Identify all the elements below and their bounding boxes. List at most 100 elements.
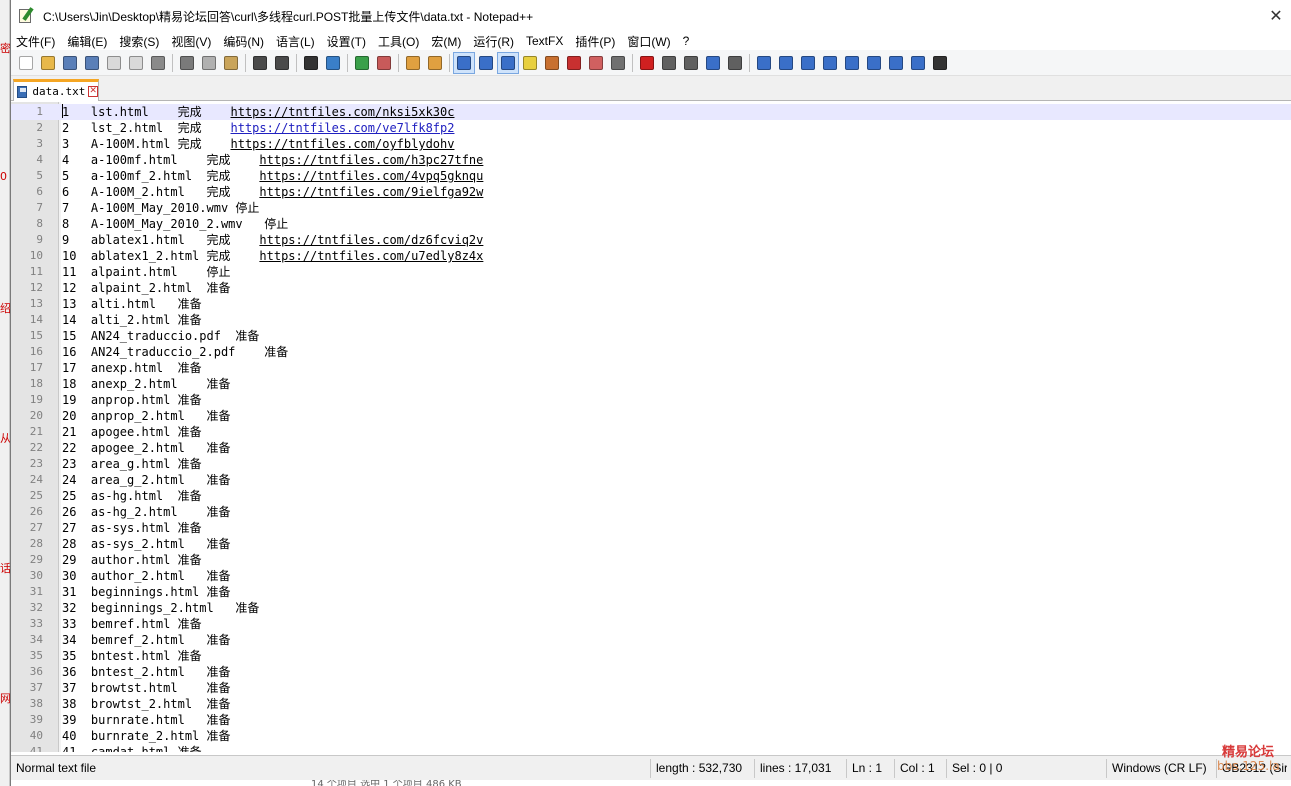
status-eol[interactable]: Windows (CR LF) bbox=[1107, 758, 1217, 778]
menu-item-4[interactable]: 编码(N) bbox=[218, 33, 271, 50]
editor-line[interactable]: 33 33 bemref.html 准备 bbox=[11, 616, 1291, 632]
url-link[interactable]: https://tntfiles.com/9ielfga92w bbox=[259, 185, 483, 199]
editor-line[interactable]: 16 16 AN24_traduccio_2.pdf 准备 bbox=[11, 344, 1291, 360]
textfx-compare-button[interactable] bbox=[797, 52, 819, 74]
arrow-up-button[interactable] bbox=[841, 52, 863, 74]
url-link[interactable]: https://tntfiles.com/u7edly8z4x bbox=[259, 249, 483, 263]
editor-line[interactable]: 32 32 beginnings_2.html 准备 bbox=[11, 600, 1291, 616]
text-editor[interactable]: 1 1 lst.html 完成 https://tntfiles.com/nksi… bbox=[11, 102, 1291, 752]
textfx-insert-button[interactable] bbox=[753, 52, 775, 74]
editor-line[interactable]: 36 36 bntest_2.html 准备 bbox=[11, 664, 1291, 680]
url-link[interactable]: https://tntfiles.com/oyfblydohv bbox=[231, 137, 455, 151]
tab-close-button[interactable]: ✕ bbox=[88, 86, 98, 97]
editor-line[interactable]: 8 8 A-100M_May_2010_2.wmv 停止 bbox=[11, 216, 1291, 232]
play-macro-button[interactable] bbox=[680, 52, 702, 74]
textfx-table-button[interactable] bbox=[775, 52, 797, 74]
zoom-out-button[interactable] bbox=[373, 52, 395, 74]
editor-line[interactable]: 29 29 author.html 准备 bbox=[11, 552, 1291, 568]
arrow-down-button[interactable] bbox=[863, 52, 885, 74]
menu-item-10[interactable]: TextFX bbox=[521, 34, 570, 48]
editor-line[interactable]: 20 20 anprop_2.html 准备 bbox=[11, 408, 1291, 424]
word-wrap-button[interactable] bbox=[453, 51, 475, 74]
editor-line[interactable]: 19 19 anprop.html 准备 bbox=[11, 392, 1291, 408]
editor-line[interactable]: 4 4 a-100mf.html 完成 https://tntfiles.com/… bbox=[11, 152, 1291, 168]
menu-item-5[interactable]: 语言(L) bbox=[271, 33, 322, 50]
run-macro-multiple-button[interactable] bbox=[702, 52, 724, 74]
editor-line[interactable]: 6 6 A-100M_2.html 完成 https://tntfiles.com… bbox=[11, 184, 1291, 200]
editor-line[interactable]: 18 18 anexp_2.html 准备 bbox=[11, 376, 1291, 392]
menu-item-13[interactable]: ? bbox=[678, 34, 697, 48]
editor-line[interactable]: 5 5 a-100mf_2.html 完成 https://tntfiles.co… bbox=[11, 168, 1291, 184]
print-button[interactable] bbox=[147, 52, 169, 74]
replace-button[interactable] bbox=[322, 52, 344, 74]
paste-button[interactable] bbox=[220, 52, 242, 74]
url-link[interactable]: https://tntfiles.com/ve7lfk8fp2 bbox=[231, 121, 455, 135]
editor-line[interactable]: 31 31 beginnings.html 准备 bbox=[11, 584, 1291, 600]
menu-item-8[interactable]: 宏(M) bbox=[426, 33, 468, 50]
editor-line[interactable]: 24 24 area_g_2.html 准备 bbox=[11, 472, 1291, 488]
menu-item-11[interactable]: 插件(P) bbox=[570, 33, 622, 50]
editor-line[interactable]: 30 30 author_2.html 准备 bbox=[11, 568, 1291, 584]
show-all-chars-button[interactable] bbox=[475, 52, 497, 74]
user-lang-button[interactable] bbox=[519, 52, 541, 74]
menu-item-1[interactable]: 编辑(E) bbox=[62, 33, 114, 50]
editor-line[interactable]: 13 13 alti.html 准备 bbox=[11, 296, 1291, 312]
zoom-in-button[interactable] bbox=[351, 52, 373, 74]
editor-line[interactable]: 9 9 ablatex1.html 完成 https://tntfiles.com… bbox=[11, 232, 1291, 248]
save-all-button[interactable] bbox=[81, 52, 103, 74]
editor-line[interactable]: 2 2 lst_2.html 完成 https://tntfiles.com/ve… bbox=[11, 120, 1291, 136]
editor-line[interactable]: 35 35 bntest.html 准备 bbox=[11, 648, 1291, 664]
cut-button[interactable] bbox=[176, 52, 198, 74]
undo-button[interactable] bbox=[249, 52, 271, 74]
tab-data-txt[interactable]: data.txt ✕ bbox=[13, 79, 99, 101]
open-file-button[interactable] bbox=[37, 52, 59, 74]
menu-item-6[interactable]: 设置(T) bbox=[322, 33, 373, 50]
folder-workspace-button[interactable] bbox=[585, 52, 607, 74]
stop-macro-button[interactable] bbox=[658, 52, 680, 74]
doc-map-button[interactable] bbox=[541, 52, 563, 74]
url-link[interactable]: https://tntfiles.com/h3pc27tfne bbox=[259, 153, 483, 167]
find-button[interactable] bbox=[300, 52, 322, 74]
editor-line[interactable]: 34 34 bemref_2.html 准备 bbox=[11, 632, 1291, 648]
editor-line[interactable]: 12 12 alpaint_2.html 准备 bbox=[11, 280, 1291, 296]
editor-line[interactable]: 3 3 A-100M.html 完成 https://tntfiles.com/o… bbox=[11, 136, 1291, 152]
close-all-button[interactable] bbox=[125, 52, 147, 74]
editor-line[interactable]: 26 26 as-hg_2.html 准备 bbox=[11, 504, 1291, 520]
redo-button[interactable] bbox=[271, 52, 293, 74]
editor-line[interactable]: 7 7 A-100M_May_2010.wmv 停止 bbox=[11, 200, 1291, 216]
menu-item-2[interactable]: 搜索(S) bbox=[114, 33, 166, 50]
menu-item-0[interactable]: 文件(F) bbox=[11, 33, 62, 50]
copy-button[interactable] bbox=[198, 52, 220, 74]
url-link[interactable]: https://tntfiles.com/dz6fcviq2v bbox=[259, 233, 483, 247]
editor-line[interactable]: 22 22 apogee_2.html 准备 bbox=[11, 440, 1291, 456]
menu-item-12[interactable]: 窗口(W) bbox=[622, 33, 677, 50]
italic-h-button[interactable] bbox=[929, 52, 951, 74]
editor-line[interactable]: 15 15 AN24_traduccio.pdf 准备 bbox=[11, 328, 1291, 344]
editor-line[interactable]: 27 27 as-sys.html 准备 bbox=[11, 520, 1291, 536]
close-window-button[interactable]: ✕ bbox=[1266, 6, 1286, 26]
editor-line[interactable]: 25 25 as-hg.html 准备 bbox=[11, 488, 1291, 504]
editor-line[interactable]: 1 1 lst.html 完成 https://tntfiles.com/nksi… bbox=[11, 104, 1291, 120]
editor-line[interactable]: 28 28 as-sys_2.html 准备 bbox=[11, 536, 1291, 552]
editor-line[interactable]: 11 11 alpaint.html 停止 bbox=[11, 264, 1291, 280]
editor-line[interactable]: 17 17 anexp.html 准备 bbox=[11, 360, 1291, 376]
menu-item-9[interactable]: 运行(R) bbox=[468, 33, 521, 50]
function-list-button[interactable] bbox=[563, 52, 585, 74]
editor-line[interactable]: 37 37 browtst.html 准备 bbox=[11, 680, 1291, 696]
editor-line[interactable]: 38 38 browtst_2.html 准备 bbox=[11, 696, 1291, 712]
menu-item-7[interactable]: 工具(O) bbox=[373, 33, 426, 50]
close-file-button[interactable] bbox=[103, 52, 125, 74]
url-link[interactable]: https://tntfiles.com/4vpq5gknqu bbox=[259, 169, 483, 183]
save-macro-button[interactable] bbox=[724, 52, 746, 74]
textfx-expand-button[interactable] bbox=[885, 52, 907, 74]
url-link[interactable]: https://tntfiles.com/nksi5xk30c bbox=[231, 105, 455, 119]
editor-line[interactable]: 23 23 area_g.html 准备 bbox=[11, 456, 1291, 472]
editor-line[interactable]: 39 39 burnrate.html 准备 bbox=[11, 712, 1291, 728]
textfx-collapse-button[interactable] bbox=[819, 52, 841, 74]
menu-item-3[interactable]: 视图(V) bbox=[166, 33, 218, 50]
hex-editor-button[interactable] bbox=[907, 52, 929, 74]
editor-line[interactable]: 21 21 apogee.html 准备 bbox=[11, 424, 1291, 440]
editor-line[interactable]: 40 40 burnrate_2.html 准备 bbox=[11, 728, 1291, 744]
editor-line[interactable]: 10 10 ablatex1_2.html 完成 https://tntfiles… bbox=[11, 248, 1291, 264]
record-macro-button[interactable] bbox=[636, 52, 658, 74]
